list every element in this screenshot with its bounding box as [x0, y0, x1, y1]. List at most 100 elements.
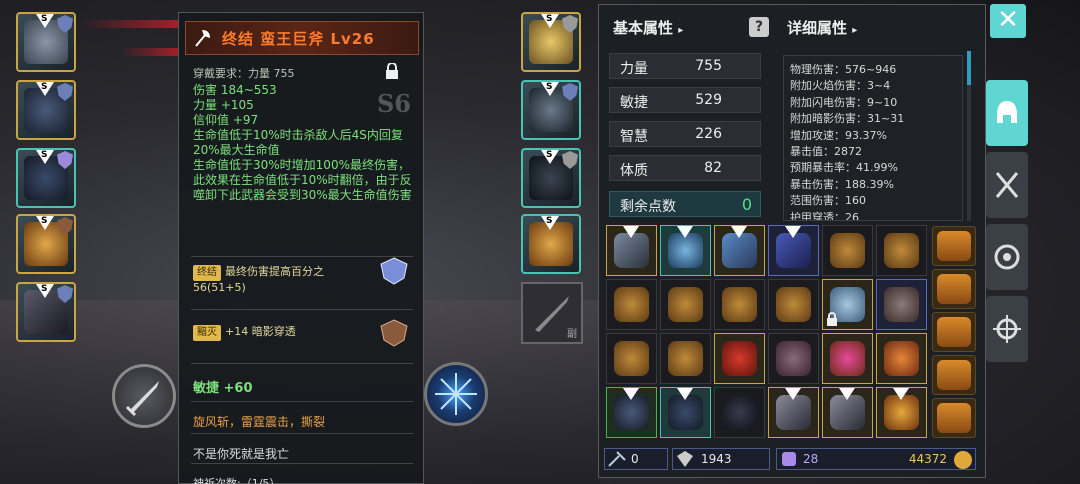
- gem-icon: [677, 451, 693, 467]
- inventory-item-gauntlet[interactable]: [660, 225, 711, 276]
- equip-slot-ring2[interactable]: S: [521, 214, 581, 274]
- inventory-item-armor[interactable]: [660, 387, 711, 438]
- bag-icon: [668, 341, 703, 376]
- currency-keys: 0: [604, 448, 668, 470]
- stat-strength: 力量 +105: [193, 98, 254, 112]
- crystals-count: 28: [803, 452, 819, 466]
- equip-slot-boots[interactable]: S: [521, 148, 581, 208]
- gems-count: 1943: [701, 452, 732, 466]
- chest-icon: [937, 360, 971, 390]
- inventory-item-armor[interactable]: [606, 387, 657, 438]
- help-icon[interactable]: ?: [749, 17, 769, 37]
- inventory-item-ring[interactable]: [822, 333, 873, 384]
- offhand-slot[interactable]: 副: [521, 282, 583, 344]
- chest-icon: [937, 274, 971, 304]
- scene-effect: [80, 20, 180, 28]
- item-skills: 旋风斩，雷霆震击，撕裂: [193, 415, 326, 429]
- inventory-item-bag[interactable]: [714, 279, 765, 330]
- wheel-icon: [994, 244, 1020, 270]
- inventory-item-helmet[interactable]: [768, 333, 819, 384]
- rune-emblem-icon: [380, 319, 408, 347]
- inventory-item-bag[interactable]: [876, 225, 927, 276]
- tab-weapons[interactable]: [986, 152, 1028, 218]
- stat-faith: 信仰值 +97: [193, 113, 259, 127]
- equip-slot-weapon[interactable]: S: [16, 282, 76, 342]
- s-rank-badge: [677, 388, 693, 400]
- bag-slot[interactable]: [932, 226, 976, 266]
- equip-slot-amulet[interactable]: S: [521, 12, 581, 72]
- skill-button[interactable]: [424, 362, 488, 426]
- bag-icon: [668, 287, 703, 322]
- inventory-item-weapon[interactable]: [606, 225, 657, 276]
- bag-slot[interactable]: [932, 398, 976, 438]
- attr-name: 体质: [620, 163, 648, 179]
- helmet-icon: [776, 341, 811, 376]
- inventory-item-bag[interactable]: [660, 333, 711, 384]
- ring-icon: [830, 341, 865, 376]
- bag-slot[interactable]: [932, 312, 976, 352]
- attack-button[interactable]: [112, 364, 176, 428]
- inventory-item-bag[interactable]: [822, 225, 873, 276]
- rune-shield-icon: [380, 257, 408, 285]
- dropdown-arrow-icon: ▸: [852, 25, 858, 36]
- inventory-item-axe[interactable]: [822, 387, 873, 438]
- s-rank-badge: [731, 226, 747, 238]
- inventory-item-boots[interactable]: [714, 387, 765, 438]
- inventory-item-bracelet[interactable]: [876, 333, 927, 384]
- inventory-item-bag[interactable]: [660, 279, 711, 330]
- gold-count: 44372: [908, 452, 947, 466]
- inventory-item-bag[interactable]: [606, 333, 657, 384]
- equip-slot-ring[interactable]: S: [16, 214, 76, 274]
- attr-constitution: 体质 82: [609, 155, 761, 181]
- s-rank-badge: S: [541, 14, 559, 28]
- attr-agility: 敏捷 529: [609, 87, 761, 113]
- s-rank-badge: S: [36, 150, 54, 164]
- inventory-grid: [606, 225, 928, 445]
- attr-name: 力量: [620, 61, 648, 77]
- scroll-thumb[interactable]: [967, 51, 971, 85]
- basic-attrs-title[interactable]: 基本属性 ▸: [613, 17, 683, 38]
- points-label: 剩余点数: [620, 199, 676, 215]
- tab-talents[interactable]: [986, 296, 1028, 362]
- s-rank-badge: [785, 226, 801, 238]
- s-rank-badge: [893, 388, 909, 400]
- item-tooltip: 终结 蛮王巨斧 Lv26 穿戴要求：力量 755 S6 伤害 184~553 力…: [178, 12, 424, 484]
- inventory-item-helmet[interactable]: [876, 279, 927, 330]
- s-rank-badge: [623, 388, 639, 400]
- s-rank-badge: [623, 226, 639, 238]
- bag-slot[interactable]: [932, 269, 976, 309]
- necklace-icon: [722, 341, 757, 376]
- equip-slot-armor[interactable]: S: [16, 80, 76, 140]
- divider: [191, 463, 413, 464]
- inventory-item-locked-amulet[interactable]: [822, 279, 873, 330]
- equip-slot-legs[interactable]: S: [16, 148, 76, 208]
- detail-attrs-title[interactable]: 详细属性 ▸: [787, 17, 857, 38]
- close-button[interactable]: ✕: [990, 4, 1026, 38]
- inventory-item-spear[interactable]: [768, 225, 819, 276]
- inventory-item-bag[interactable]: [606, 279, 657, 330]
- inventory-item-bag[interactable]: [768, 279, 819, 330]
- attr-name: 智慧: [620, 129, 648, 145]
- gold-coin-icon: [954, 451, 972, 469]
- equip-slot-gloves[interactable]: S: [521, 80, 581, 140]
- tab-skills[interactable]: [986, 224, 1028, 290]
- bracelet-icon: [884, 341, 919, 376]
- tab-equipment[interactable]: [986, 80, 1028, 146]
- inventory-item-axe[interactable]: [768, 387, 819, 438]
- s-rank-badge: S: [36, 284, 54, 298]
- equip-slot-helmet[interactable]: S: [16, 12, 76, 72]
- affix-text: +14 暗影穿透: [225, 325, 296, 338]
- detail-attrs-list[interactable]: 物理伤害：576~946 附加火焰伤害：3~4 附加闪电伤害：9~10 附加暗影…: [783, 55, 963, 221]
- inventory-item-necklace[interactable]: [714, 333, 765, 384]
- axe-icon: [776, 395, 811, 430]
- detail-line: 附加火焰伤害：3~4: [790, 79, 891, 93]
- amulet-icon: [884, 395, 919, 430]
- item-stats: 伤害 184~553 力量 +105 信仰值 +97 生命值低于10%时击杀敌人…: [193, 83, 419, 203]
- inventory-item-staff[interactable]: [714, 225, 765, 276]
- axe-icon: [830, 395, 865, 430]
- detail-line: 暴击伤害：188.39%: [790, 177, 894, 191]
- bag-slot[interactable]: [932, 355, 976, 395]
- inventory-item-amulet[interactable]: [876, 387, 927, 438]
- lock-icon[interactable]: [385, 63, 399, 79]
- detail-scrollbar[interactable]: [967, 51, 971, 221]
